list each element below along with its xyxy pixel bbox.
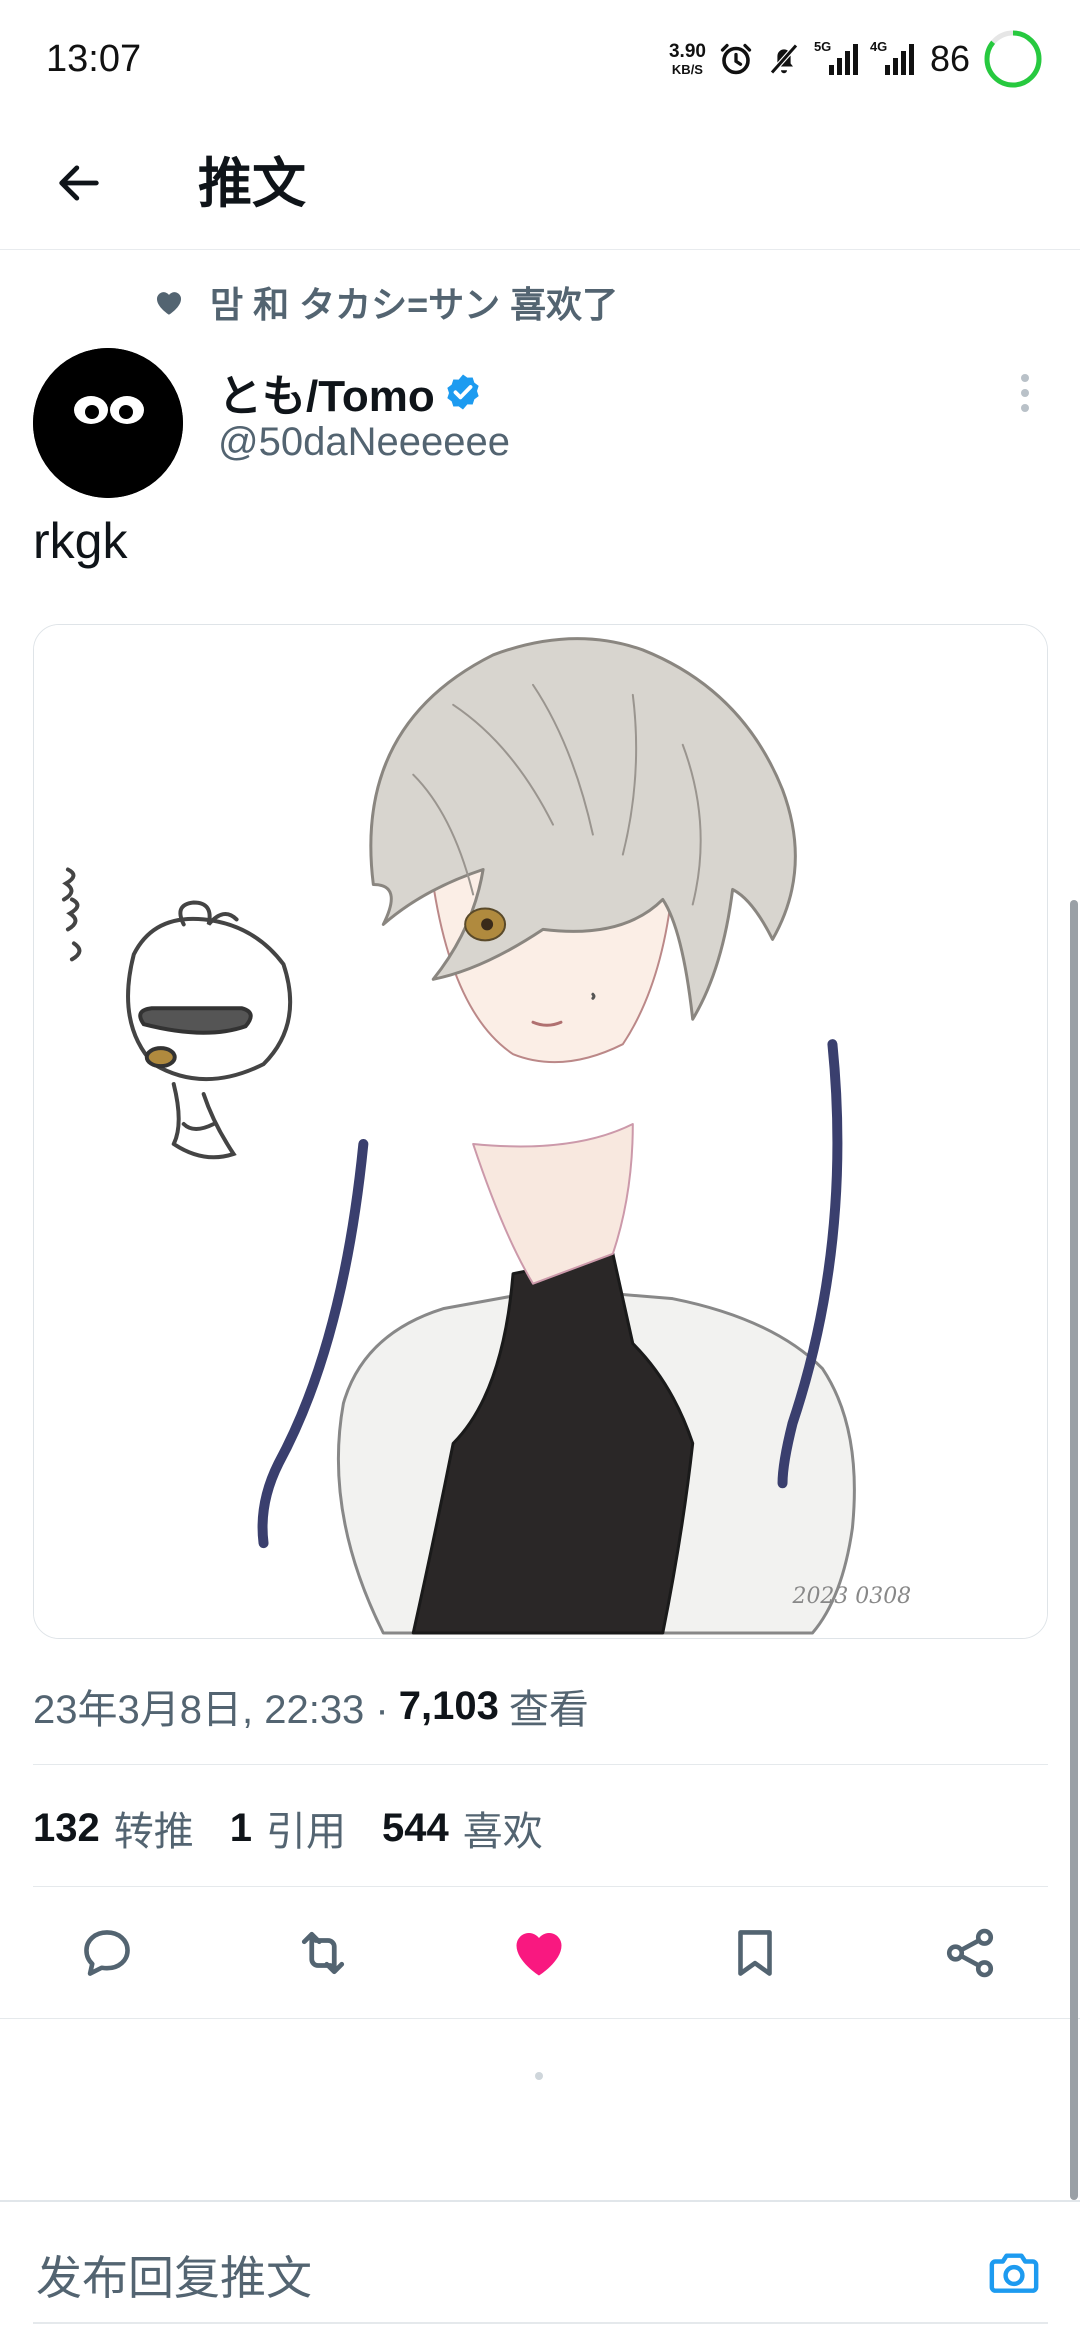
alarm-icon <box>720 43 752 75</box>
status-icons: 3.90 KB/S 5G 4G 86 <box>669 24 1044 94</box>
battery-ring-icon <box>984 30 1042 88</box>
views-label[interactable]: 查看 <box>509 1677 589 1735</box>
battery-percent: 86 <box>929 38 970 79</box>
likes-stat[interactable]: 544 喜欢 <box>382 1799 543 1857</box>
retweets-count: 132 <box>33 1805 100 1850</box>
bookmark-icon <box>738 1930 772 1976</box>
quotes-label: 引用 <box>266 1810 346 1854</box>
network-speed: 3.90 KB/S <box>669 42 706 76</box>
media-illustration: 2023 0308 <box>34 625 1047 1638</box>
social-context[interactable]: 맘 和 タカシ=サン 喜欢了 <box>152 278 618 326</box>
network-speed-value: 3.90 <box>668 41 706 62</box>
reply-composer: 发布回复推文 <box>0 2200 1080 2340</box>
quotes-count: 1 <box>229 1805 252 1850</box>
tweet-actions <box>0 1888 1080 2018</box>
retweet-icon <box>301 1931 345 1975</box>
retweets-label: 转推 <box>113 1810 194 1854</box>
avatar-image <box>33 348 183 498</box>
avatar[interactable] <box>33 348 183 498</box>
like-button[interactable] <box>504 1918 574 1988</box>
tweet-timestamp[interactable]: 23年3月8日, 22:33 · <box>33 1677 389 1735</box>
likes-count: 544 <box>382 1805 449 1850</box>
page-title: 推文 <box>198 154 306 214</box>
author-handle[interactable]: @50daNeeeeee <box>218 420 510 465</box>
quotes-stat[interactable]: 1 引用 <box>230 1799 346 1857</box>
author-name[interactable]: とも/Tomo <box>218 360 435 424</box>
status-bar: 13:07 3.90 KB/S 5G 4G 86 <box>0 0 1080 118</box>
signal-4g-icon: 4G <box>870 39 914 79</box>
more-options-button[interactable] <box>1010 368 1040 418</box>
tweet-media[interactable]: 2023 0308 <box>33 624 1048 1639</box>
heart-icon <box>156 292 182 315</box>
arrow-left-icon <box>59 165 99 201</box>
tweet-meta: 23年3月8日, 22:33 · 7,103 查看 <box>33 1676 589 1736</box>
camera-button[interactable] <box>982 2240 1046 2304</box>
likes-label: 喜欢 <box>462 1810 543 1854</box>
tweet-text: rkgk <box>33 513 128 569</box>
divider <box>0 2018 1080 2019</box>
verified-badge-icon <box>447 374 479 410</box>
retweets-stat[interactable]: 132 转推 <box>33 1799 194 1857</box>
engagement-stats: 132 转推 1 引用 544 喜欢 <box>33 1796 579 1860</box>
media-signature: 2023 0308 <box>792 1584 912 1609</box>
network-speed-unit: KB/S <box>671 62 703 77</box>
bookmark-button[interactable] <box>720 1918 790 1988</box>
divider <box>33 1886 1048 1887</box>
divider <box>33 1764 1048 1765</box>
retweet-button[interactable] <box>288 1918 358 1988</box>
views-count[interactable]: 7,103 <box>399 1684 499 1729</box>
share-button[interactable] <box>935 1918 1005 1988</box>
signal-5g-icon: 5G <box>814 39 858 79</box>
reply-input-underline <box>33 2322 1048 2324</box>
mute-bell-icon <box>769 43 798 75</box>
reply-icon <box>84 1930 130 1976</box>
status-time: 13:07 <box>46 38 142 80</box>
scrollbar[interactable] <box>1070 900 1078 2200</box>
share-icon <box>946 1928 994 1978</box>
top-app-bar: 推文 <box>0 118 1080 250</box>
author-name-row[interactable]: とも/Tomo <box>218 362 483 422</box>
reply-input[interactable]: 发布回复推文 <box>36 2242 312 2308</box>
liked-by-text: 맘 和 タカシ=サン 喜欢了 <box>210 284 619 325</box>
camera-icon <box>989 2253 1039 2293</box>
reply-button[interactable] <box>72 1918 142 1988</box>
loading-indicator <box>535 2072 543 2080</box>
back-button[interactable] <box>44 148 114 218</box>
like-icon <box>516 1933 562 1976</box>
